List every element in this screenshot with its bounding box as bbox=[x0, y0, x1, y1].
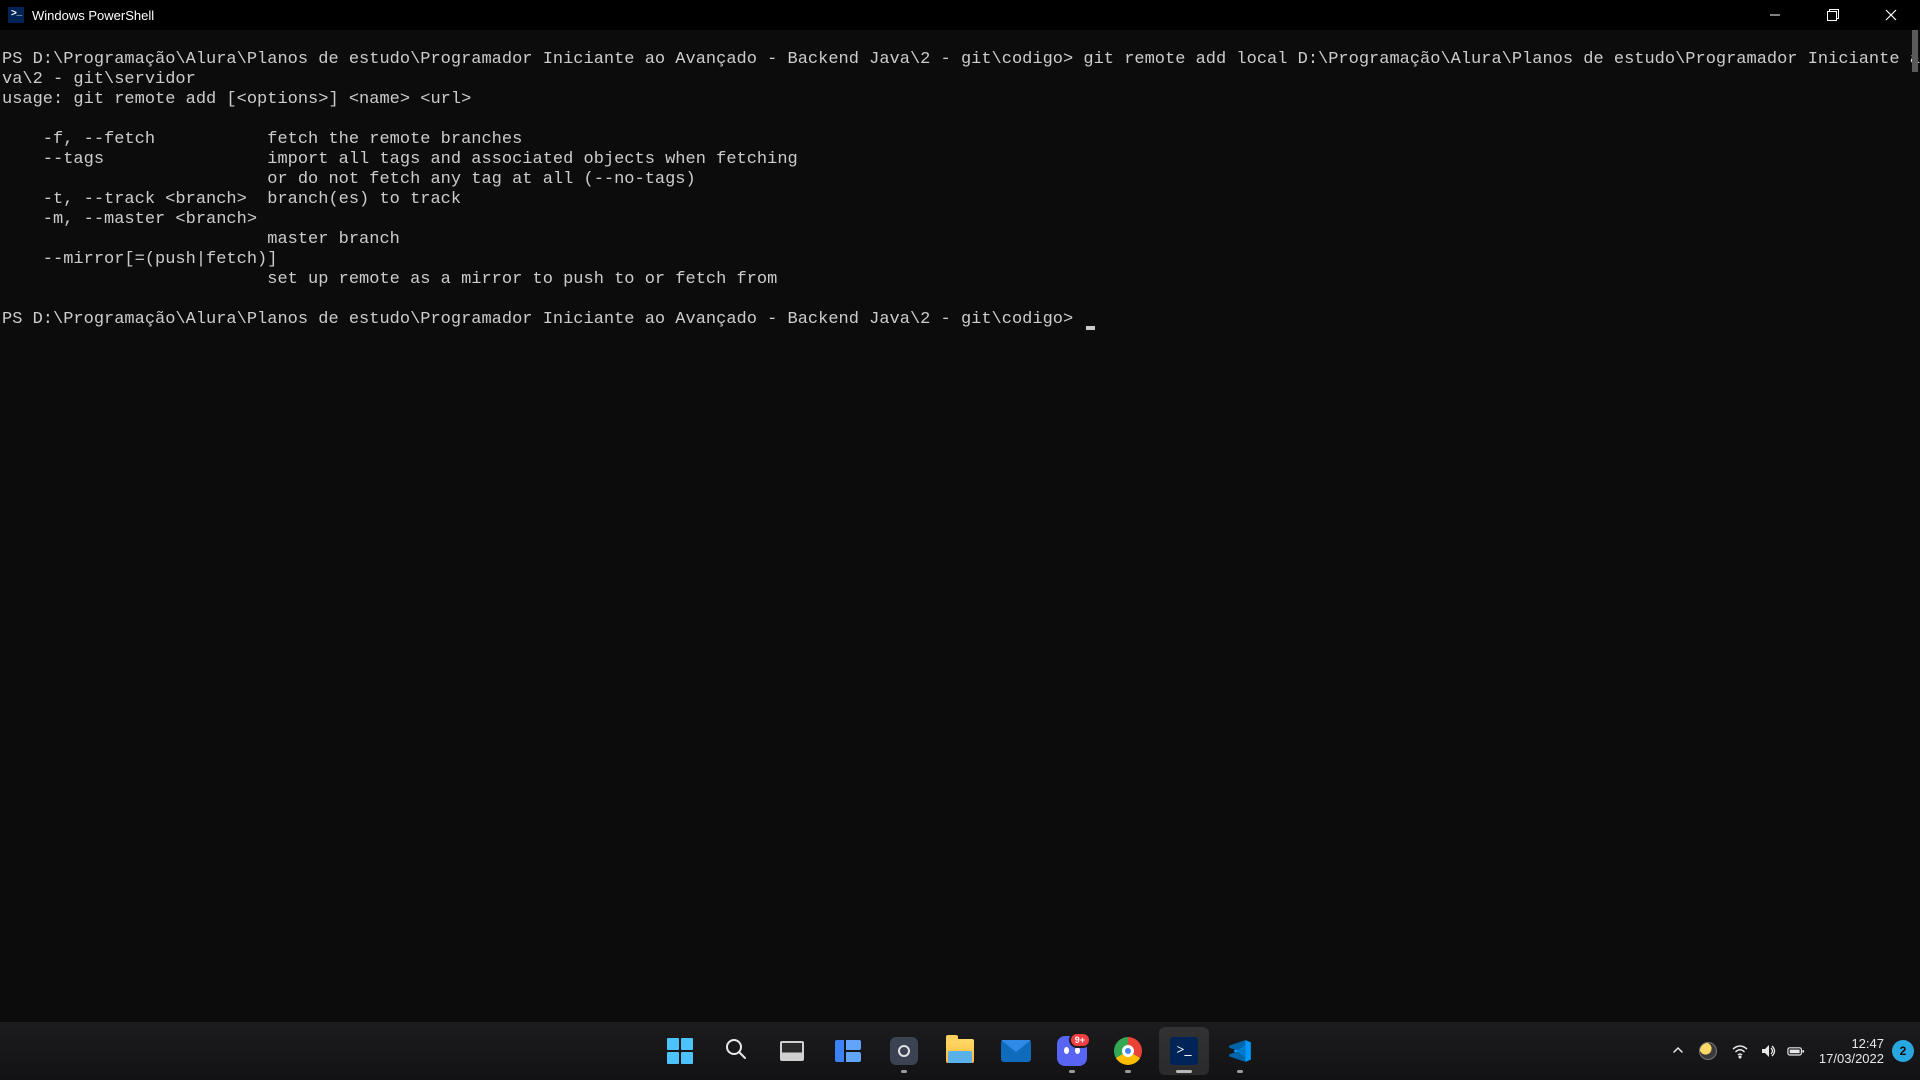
vscode-icon bbox=[1227, 1038, 1253, 1064]
output-line: master branch bbox=[2, 230, 400, 249]
clock-button[interactable]: 12:47 17/03/2022 bbox=[1819, 1036, 1888, 1066]
tray-overflow-button[interactable] bbox=[1661, 1037, 1695, 1066]
minimize-button[interactable] bbox=[1746, 0, 1804, 30]
output-line: -f, --fetch fetch the remote branches bbox=[2, 130, 522, 149]
output-line: set up remote as a mirror to push to or … bbox=[2, 270, 777, 289]
powershell-window: Windows PowerShell PS D:\Programação\Alu… bbox=[0, 0, 1920, 1022]
taskbar-app-chrome[interactable] bbox=[1103, 1027, 1153, 1075]
mail-icon bbox=[1001, 1040, 1031, 1062]
taskbar-app-camera[interactable] bbox=[879, 1027, 929, 1075]
output-line: va\2 - git\servidor bbox=[2, 70, 196, 89]
output-line: or do not fetch any tag at all (--no-tag… bbox=[2, 170, 696, 189]
date-text: 17/03/2022 bbox=[1819, 1051, 1884, 1066]
taskbar-app-explorer[interactable] bbox=[935, 1027, 985, 1075]
start-button[interactable] bbox=[655, 1027, 705, 1075]
taskbar-app-powershell[interactable]: >_ bbox=[1159, 1027, 1209, 1075]
terminal-output[interactable]: PS D:\Programação\Alura\Planos de estudo… bbox=[0, 30, 1920, 1022]
task-view-icon bbox=[780, 1041, 804, 1061]
windows-logo-icon bbox=[667, 1038, 693, 1064]
taskbar-app-vscode[interactable] bbox=[1215, 1027, 1265, 1075]
chrome-icon bbox=[1114, 1037, 1142, 1065]
notification-center-button[interactable]: 2 bbox=[1892, 1040, 1914, 1062]
scrollbar-thumb[interactable] bbox=[1912, 30, 1918, 72]
battery-icon bbox=[1787, 1042, 1805, 1060]
prompt-line: PS D:\Programação\Alura\Planos de estudo… bbox=[2, 310, 1083, 329]
wifi-icon bbox=[1731, 1042, 1749, 1060]
discord-notification-badge: 9+ bbox=[1069, 1032, 1091, 1048]
output-line: -t, --track <branch> branch(es) to track bbox=[2, 190, 461, 209]
output-line: --tags import all tags and associated ob… bbox=[2, 150, 798, 169]
tray-network-sound-battery[interactable] bbox=[1721, 1036, 1815, 1066]
titlebar[interactable]: Windows PowerShell bbox=[0, 0, 1920, 30]
output-line: --mirror[=(push|fetch)] bbox=[2, 250, 277, 269]
camera-icon bbox=[890, 1037, 918, 1065]
window-controls bbox=[1746, 0, 1920, 30]
volume-icon bbox=[1759, 1042, 1777, 1060]
maximize-button[interactable] bbox=[1804, 0, 1862, 30]
output-line: usage: git remote add [<options>] <name>… bbox=[2, 90, 471, 109]
file-explorer-icon bbox=[946, 1039, 974, 1063]
cursor bbox=[1086, 326, 1095, 330]
widgets-button[interactable] bbox=[823, 1027, 873, 1075]
taskbar-app-discord[interactable]: 9+ bbox=[1047, 1027, 1097, 1075]
close-button[interactable] bbox=[1862, 0, 1920, 30]
window-title: Windows PowerShell bbox=[32, 8, 154, 23]
output-line: -m, --master <branch> bbox=[2, 210, 257, 229]
taskbar[interactable]: 9+ >_ bbox=[0, 1022, 1920, 1080]
widgets-icon bbox=[835, 1040, 861, 1062]
task-view-button[interactable] bbox=[767, 1027, 817, 1075]
taskbar-center: 9+ >_ bbox=[655, 1022, 1265, 1080]
search-icon bbox=[724, 1037, 748, 1066]
discord-icon: 9+ bbox=[1057, 1036, 1087, 1066]
powershell-icon bbox=[8, 7, 24, 23]
system-tray: 12:47 17/03/2022 2 bbox=[1661, 1022, 1914, 1080]
taskbar-app-mail[interactable] bbox=[991, 1027, 1041, 1075]
notification-count: 2 bbox=[1900, 1044, 1907, 1058]
chevron-up-icon bbox=[1671, 1043, 1685, 1060]
prompt-line: PS D:\Programação\Alura\Planos de estudo… bbox=[2, 50, 1083, 69]
powershell-icon: >_ bbox=[1170, 1037, 1198, 1065]
tray-weather-icon[interactable] bbox=[1699, 1042, 1717, 1060]
command-text: git remote add local D:\Programação\Alur… bbox=[1083, 50, 1920, 69]
time-text: 12:47 bbox=[1819, 1036, 1884, 1051]
search-button[interactable] bbox=[711, 1027, 761, 1075]
